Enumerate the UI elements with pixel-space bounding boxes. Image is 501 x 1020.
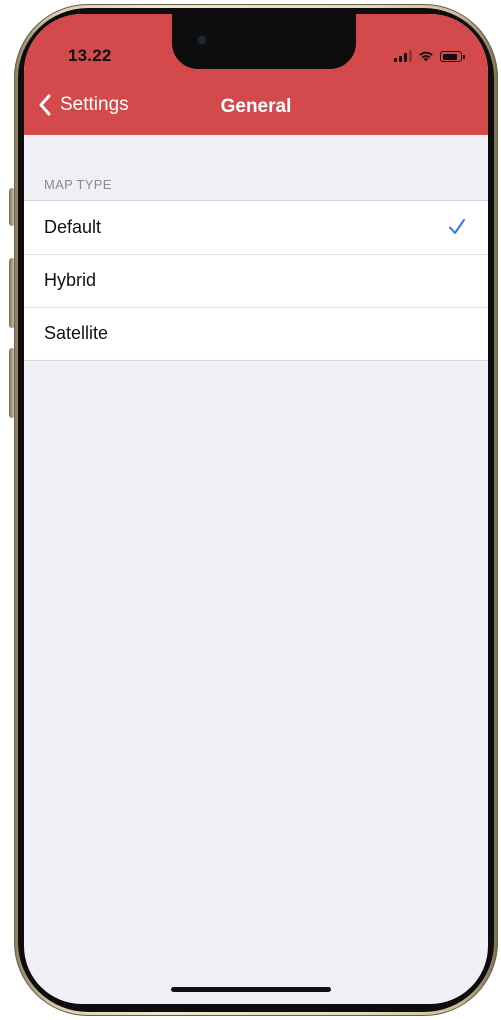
screen: 13.22 Settings General MAP TYPE Default … — [24, 14, 488, 1004]
battery-cap — [463, 55, 465, 59]
map-type-option-hybrid[interactable]: Hybrid — [24, 254, 488, 307]
option-label: Hybrid — [44, 270, 97, 290]
status-time: 13.22 — [68, 46, 112, 65]
map-type-option-default[interactable]: Default — [24, 201, 488, 254]
home-indicator[interactable] — [171, 987, 331, 992]
page-title: General — [220, 96, 292, 117]
map-type-list: Default Hybrid Satellite — [24, 200, 488, 361]
navigation-header: 13.22 Settings General — [24, 14, 488, 135]
battery-icon — [440, 51, 465, 62]
front-camera-icon — [198, 36, 206, 44]
status-icons — [394, 50, 465, 62]
cellular-signal-icon — [394, 50, 412, 62]
option-label: Satellite — [44, 323, 109, 343]
section-header-map-type: MAP TYPE — [44, 177, 112, 192]
option-label: Default — [44, 217, 102, 237]
wifi-icon — [419, 51, 433, 62]
notch — [172, 14, 356, 69]
checkmark-icon — [449, 219, 465, 234]
map-type-option-satellite[interactable]: Satellite — [24, 307, 488, 360]
battery-level — [442, 53, 457, 60]
